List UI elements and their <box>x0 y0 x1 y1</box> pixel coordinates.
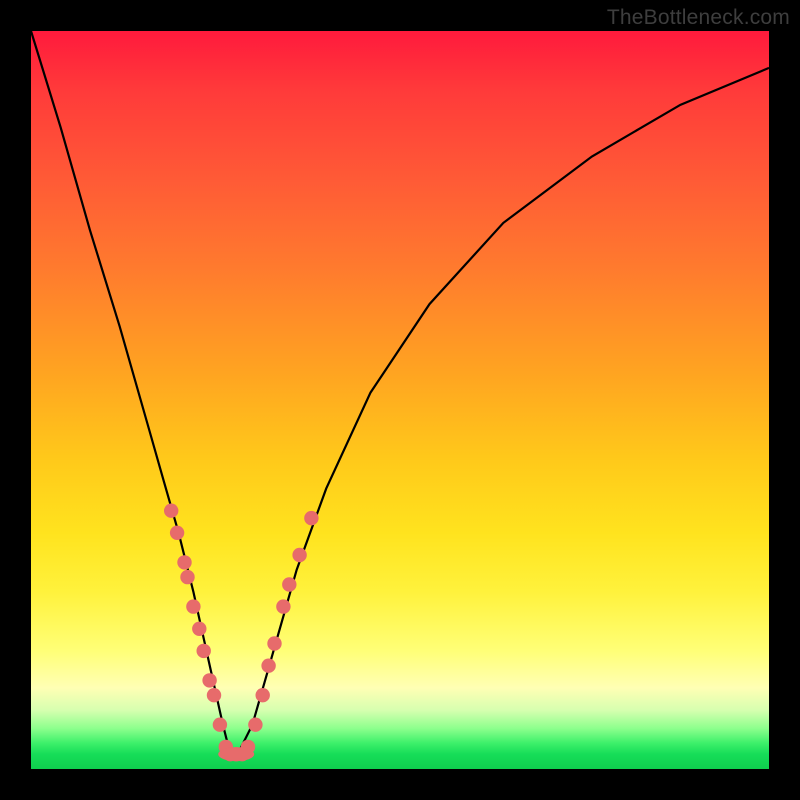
marker-dot <box>276 599 290 613</box>
marker-dot <box>207 688 221 702</box>
marker-dot <box>197 644 211 658</box>
watermark-text: TheBottleneck.com <box>607 6 790 30</box>
marker-flat <box>218 747 254 761</box>
marker-dot <box>292 548 306 562</box>
marker-dot <box>256 688 270 702</box>
marker-dot <box>180 570 194 584</box>
marker-dot <box>261 659 275 673</box>
highlighted-points <box>164 504 319 762</box>
chart-svg <box>31 31 769 769</box>
marker-dot <box>304 511 318 525</box>
marker-dot <box>186 599 200 613</box>
plot-area <box>31 31 769 769</box>
marker-dot <box>192 622 206 636</box>
marker-dot <box>248 718 262 732</box>
marker-dot <box>170 526 184 540</box>
marker-dot <box>164 504 178 518</box>
chart-frame: TheBottleneck.com <box>0 0 800 800</box>
marker-dot <box>202 673 216 687</box>
marker-dot <box>282 577 296 591</box>
bottleneck-curve <box>31 31 769 754</box>
marker-dot <box>213 718 227 732</box>
marker-dot <box>177 555 191 569</box>
marker-dot <box>267 636 281 650</box>
